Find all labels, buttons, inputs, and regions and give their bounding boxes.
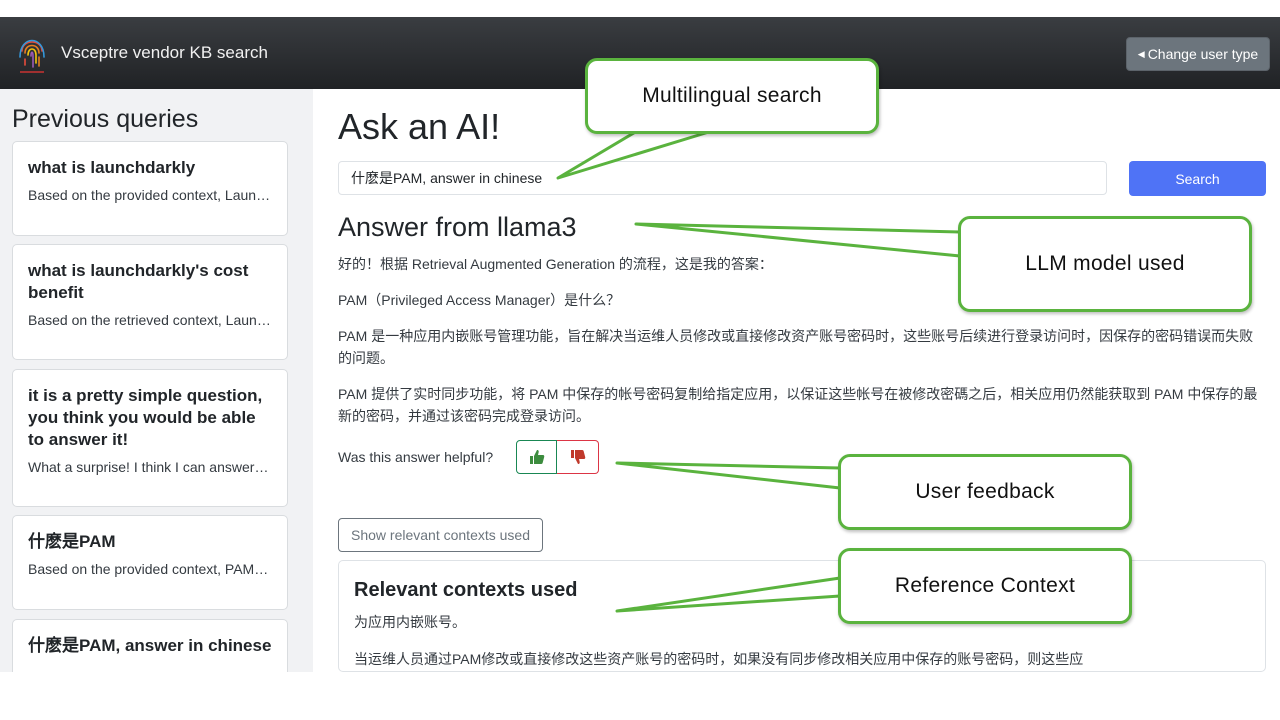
thumbs-up-icon bbox=[529, 450, 544, 464]
callout-multilingual-search: Multilingual search bbox=[585, 58, 879, 134]
fingerprint-logo-icon bbox=[19, 39, 45, 73]
search-input[interactable] bbox=[338, 161, 1107, 195]
query-answer-preview: What a surprise! I think I can answer th… bbox=[28, 459, 272, 475]
query-question: 什麽是PAM, answer in chinese bbox=[28, 636, 272, 655]
thumbs-up-button[interactable] bbox=[516, 440, 557, 474]
query-question: it is a pretty simple question, you thin… bbox=[28, 386, 263, 449]
callout-user-feedback: User feedback bbox=[838, 454, 1132, 530]
query-answer-preview: Based on the provided context, LaunchDar… bbox=[28, 187, 272, 203]
query-question: what is launchdarkly bbox=[28, 158, 196, 177]
query-card[interactable]: it is a pretty simple question, you thin… bbox=[12, 369, 288, 507]
query-question: 什麽是PAM bbox=[28, 532, 116, 551]
change-user-type-button[interactable]: ◀ Change user type bbox=[1126, 37, 1270, 71]
answer-paragraph: PAM 是一种应用内嵌账号管理功能，旨在解决当运维人员修改或直接修改资产账号密码… bbox=[338, 328, 1254, 366]
feedback-button-group bbox=[516, 440, 599, 474]
context-line: 为应用内嵌账号。 bbox=[354, 614, 466, 630]
change-user-type-label: Change user type bbox=[1147, 46, 1259, 62]
llm-model-pointer bbox=[634, 222, 962, 258]
thumbs-down-icon bbox=[570, 450, 585, 464]
query-question: what is launchdarkly's cost benefit bbox=[28, 261, 249, 302]
callout-reference-context: Reference Context bbox=[838, 548, 1132, 624]
query-card[interactable]: what is launchdarkly Based on the provid… bbox=[12, 141, 288, 236]
feedback-prompt: Was this answer helpful? bbox=[338, 449, 494, 465]
query-answer-preview: Based on the provided context, PAM stand… bbox=[28, 561, 272, 577]
brand-title[interactable]: Vsceptre vendor KB search bbox=[61, 43, 268, 63]
search-button[interactable]: Search bbox=[1129, 161, 1266, 196]
context-line: 当运维人员通过PAM修改或直接修改这些资产账号的密码时，如果没有同步修改相关应用… bbox=[354, 651, 1084, 667]
query-card[interactable]: 什麽是PAM Based on the provided context, PA… bbox=[12, 515, 288, 610]
user-feedback-pointer bbox=[615, 461, 842, 490]
answer-heading: Answer from llama3 bbox=[338, 212, 577, 242]
query-card[interactable]: what is launchdarkly's cost benefit Base… bbox=[12, 244, 288, 360]
callout-llm-model-used: LLM model used bbox=[958, 216, 1252, 312]
app-window: Vsceptre vendor KB search ◀ Change user … bbox=[0, 0, 1280, 720]
chevron-left-icon: ◀ bbox=[1137, 48, 1145, 59]
answer-paragraph: PAM 提供了实时同步功能，将 PAM 中保存的帐号密码复制给指定应用，以保证这… bbox=[338, 386, 1258, 424]
query-card[interactable]: 什麽是PAM, answer in chinese bbox=[12, 619, 288, 672]
thumbs-down-button[interactable] bbox=[557, 440, 599, 474]
previous-queries-sidebar: Previous queries what is launchdarkly Ba… bbox=[0, 89, 313, 672]
page-title: Ask an AI! bbox=[338, 106, 501, 147]
contexts-heading: Relevant contexts used bbox=[354, 579, 578, 601]
show-contexts-button[interactable]: Show relevant contexts used bbox=[338, 518, 543, 552]
query-answer-preview: Based on the retrieved context, LaunchDa… bbox=[28, 312, 272, 328]
sidebar-title: Previous queries bbox=[12, 105, 199, 133]
